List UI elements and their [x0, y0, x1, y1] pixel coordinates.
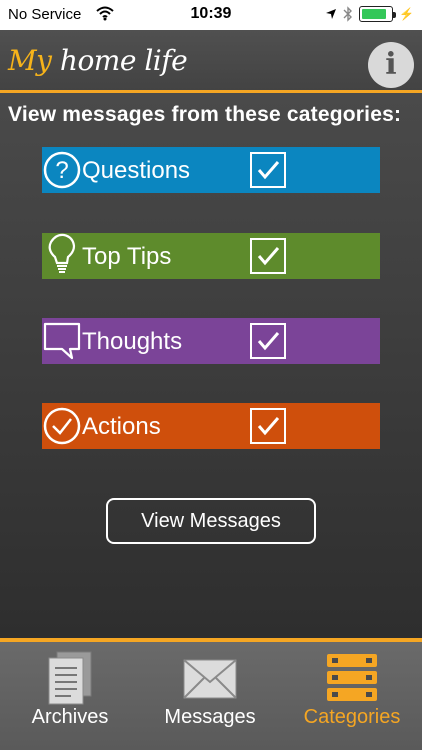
- category-top-tips[interactable]: Top Tips: [42, 233, 380, 279]
- view-messages-button[interactable]: View Messages: [106, 498, 316, 544]
- category-label: Actions: [82, 413, 161, 440]
- checkmark-icon: [257, 161, 280, 180]
- category-label: Thoughts: [82, 328, 183, 355]
- checkmark-icon: [257, 332, 280, 351]
- tab-label: Messages: [164, 706, 256, 728]
- checkmark-icon: [257, 417, 280, 436]
- speech-bubble-icon: [43, 322, 81, 360]
- logo-my: My: [8, 44, 52, 77]
- section-title: View messages from these categories:: [8, 103, 402, 126]
- info-icon: i: [385, 47, 397, 82]
- bluetooth-icon: [343, 6, 353, 22]
- tab-messages[interactable]: Messages: [140, 642, 280, 750]
- category-checkbox[interactable]: [250, 408, 286, 444]
- lightbulb-icon: [48, 233, 76, 273]
- location-arrow-icon: [326, 9, 337, 19]
- checkmark-icon: [257, 247, 280, 266]
- charging-icon: ⚡: [399, 7, 414, 21]
- category-label: Questions: [82, 157, 191, 184]
- tab-categories[interactable]: Categories: [282, 642, 422, 750]
- battery-fill: [362, 9, 386, 19]
- tab-archives[interactable]: Archives: [0, 642, 140, 750]
- tab-label: Categories: [303, 706, 401, 728]
- app-logo: My home life: [8, 44, 188, 77]
- tab-label: Archives: [31, 706, 109, 728]
- category-actions[interactable]: Actions: [42, 403, 380, 449]
- categories-stack-icon: [282, 650, 422, 706]
- category-checkbox[interactable]: [250, 323, 286, 359]
- status-right: ⚡: [325, 6, 414, 22]
- battery-icon: [359, 6, 397, 22]
- question-circle-icon: ?: [43, 151, 81, 189]
- document-icon: [0, 650, 140, 706]
- category-label: Top Tips: [82, 243, 172, 270]
- envelope-icon: [140, 650, 280, 706]
- category-questions[interactable]: ? Questions: [42, 147, 380, 193]
- svg-text:?: ?: [55, 157, 68, 184]
- info-button[interactable]: i: [368, 42, 414, 88]
- logo-home-life: home life: [59, 44, 188, 77]
- category-checkbox[interactable]: [250, 152, 286, 188]
- tab-bar: Archives Messages Categories: [0, 642, 422, 750]
- check-circle-icon: [43, 407, 81, 445]
- status-bar: No Service 10:39 ⚡: [0, 0, 422, 30]
- category-checkbox[interactable]: [250, 238, 286, 274]
- category-thoughts[interactable]: Thoughts: [42, 318, 380, 364]
